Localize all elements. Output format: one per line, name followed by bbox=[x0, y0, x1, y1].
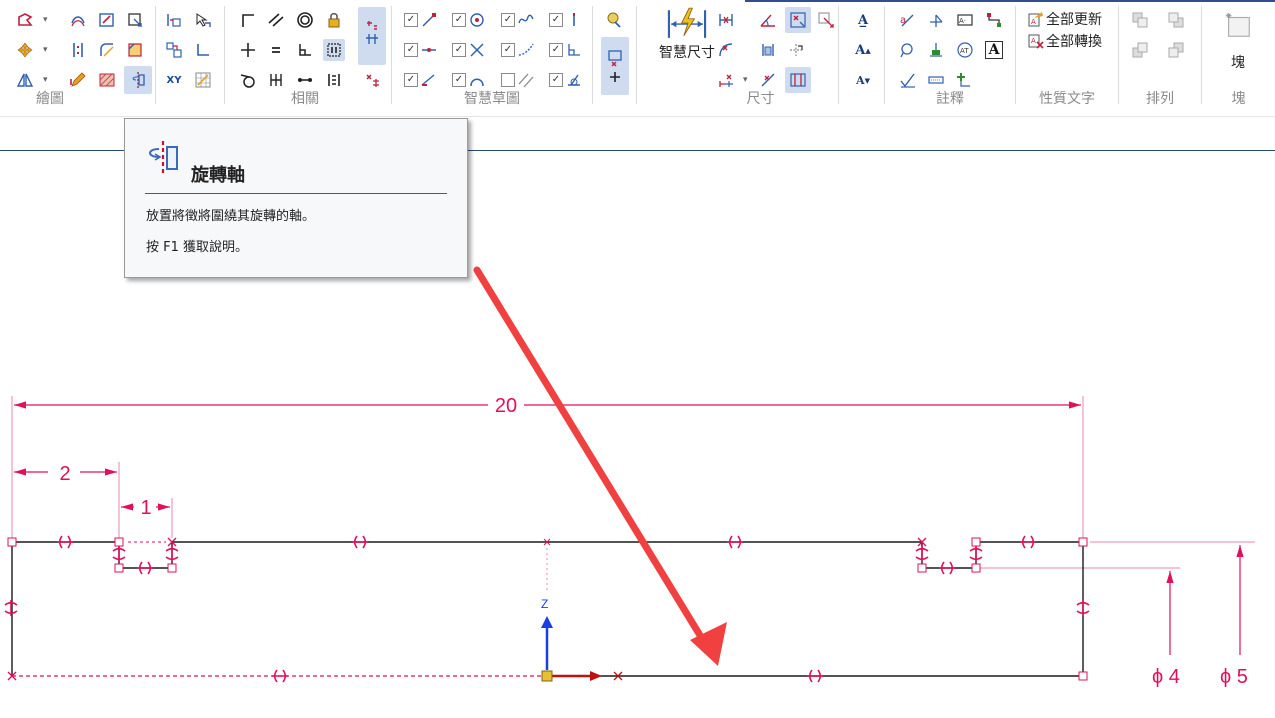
revolve-axis-tooltip: 旋轉軸 放置將徵將圍繞其旋轉的軸。 按 F1 獲取說明。 bbox=[124, 118, 468, 278]
dimension-value-diameter-4[interactable]: ϕ 4 bbox=[1152, 666, 1180, 688]
origin-point-icon[interactable] bbox=[541, 670, 553, 682]
annotation-arrow bbox=[473, 266, 716, 659]
tooltip-description: 放置將徵將圍繞其旋轉的軸。 bbox=[146, 209, 316, 224]
dimension-value-1[interactable]: 1 bbox=[140, 497, 151, 519]
horizontal-relation-handle[interactable] bbox=[57, 535, 73, 549]
sketch-canvas[interactable]: 20 2 1 ϕ 4 ϕ 5 Z bbox=[0, 0, 1275, 718]
intersection-marks bbox=[7, 537, 927, 681]
horizontal-relation-handle[interactable] bbox=[727, 535, 743, 549]
revolve-axis-icon bbox=[149, 141, 178, 173]
tooltip-help-hint: 按 F1 獲取說明。 bbox=[146, 240, 249, 255]
tooltip-divider bbox=[145, 193, 447, 194]
vertical-relation-handle[interactable] bbox=[1076, 600, 1090, 616]
dimension-groove-width[interactable]: 1 bbox=[121, 497, 170, 519]
dimension-value-diameter-5[interactable]: ϕ 5 bbox=[1220, 666, 1248, 688]
dimension-value-20[interactable]: 20 bbox=[495, 395, 517, 417]
z-axis-label: Z bbox=[541, 597, 548, 611]
vertical-relation-handle[interactable] bbox=[4, 600, 18, 616]
horizontal-relation-handle[interactable] bbox=[807, 669, 823, 683]
dimension-diameter-4[interactable]: ϕ 4 bbox=[1152, 571, 1180, 688]
dimension-left-offset[interactable]: 2 bbox=[14, 463, 117, 485]
horizontal-relation-handle[interactable] bbox=[939, 561, 955, 575]
dimension-diameter-5[interactable]: ϕ 5 bbox=[1220, 545, 1248, 688]
tooltip-title: 旋轉軸 bbox=[191, 165, 245, 186]
dimension-value-2[interactable]: 2 bbox=[59, 463, 70, 485]
horizontal-relation-handle[interactable] bbox=[352, 535, 368, 549]
horizontal-relation-handle[interactable] bbox=[1020, 535, 1036, 549]
horizontal-relation-handle[interactable] bbox=[272, 669, 288, 683]
vertical-relation-handle[interactable] bbox=[112, 546, 126, 562]
vertical-relation-handle[interactable] bbox=[915, 546, 929, 562]
vertical-relation-handle[interactable] bbox=[969, 546, 983, 562]
vertical-relation-handle[interactable] bbox=[165, 546, 179, 562]
dimension-overall-length[interactable]: 20 bbox=[14, 395, 1081, 417]
coordinate-origin: Z bbox=[541, 597, 623, 682]
horizontal-relation-handle[interactable] bbox=[137, 561, 153, 575]
